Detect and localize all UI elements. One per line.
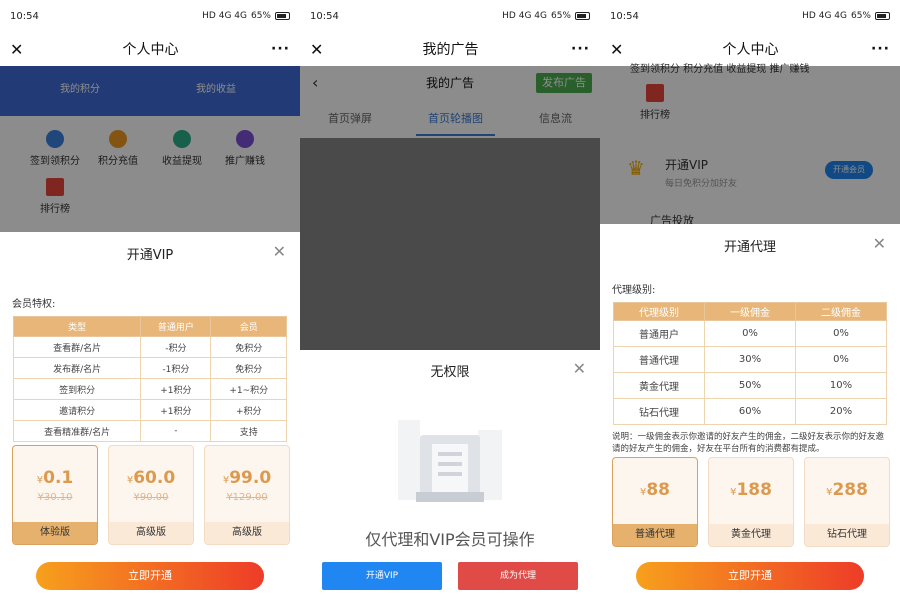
table-header: 代理级别 (613, 302, 705, 321)
commission-table: 代理级别 一级佣金 二级佣金 普通用户 0% 0% 普通代理 30% 0% 黄金代理 50… (613, 302, 887, 425)
plan-name: 高级版 (109, 522, 193, 544)
battery-icon (875, 12, 890, 20)
battery-text: 65% (550, 11, 571, 21)
table-row: 钻石代理 60% 20% (613, 398, 887, 425)
agent-level-label: 代理级别: (612, 285, 656, 296)
plan-name: 高级版 (205, 522, 289, 544)
status-bar: 10:54 HD 4G 4G 65% (600, 0, 900, 32)
plan-name: 普通代理 (613, 524, 697, 546)
sheet-title: 无权限 (430, 365, 470, 380)
table-header: 普通用户 (140, 316, 212, 337)
plan-price: 88 (646, 480, 671, 500)
plan-old-price: ¥30.10 (37, 492, 73, 503)
phone-screen-agent: 10:54 HD 4G 4G 65% ✕ 个人中心 ··· 签到领积分 积分充值… (600, 0, 900, 600)
table-row: 邀请积分 +1积分 +积分 (12, 399, 287, 421)
plan-price: 99.0 (229, 468, 272, 488)
plan-price: 0.1 (43, 468, 74, 488)
page-title: 个人中心 (122, 42, 179, 58)
overlay-dim (300, 66, 600, 350)
vip-sheet: 开通VIP ✕ 会员特权: 类型 普通用户 会员 查看群/名片 -积分 免积分 发布… (0, 232, 300, 600)
table-row: 发布群/名片 -1积分 免积分 (12, 357, 287, 379)
close-icon[interactable]: ✕ (610, 40, 630, 59)
plan-price: 188 (736, 480, 772, 500)
commission-note: 说明：一级佣金表示你邀请的好友产生的佣金，二级好友表示你的好友邀请的好友产生的佣… (612, 432, 885, 454)
network-indicator: HD 4G 4G (802, 11, 847, 21)
agent-plan-options: ¥88 普通代理 ¥188 黄金代理 ¥288 钻石代理 (612, 457, 890, 547)
status-time: 10:54 (610, 10, 639, 22)
plan-old-price: ¥129.00 (226, 492, 268, 503)
open-now-button[interactable]: 立即开通 (36, 562, 264, 590)
sheet-title: 开通代理 (723, 240, 776, 255)
table-row: 普通用户 0% 0% (613, 320, 887, 347)
plan-gold-agent[interactable]: ¥188 黄金代理 (708, 457, 794, 547)
plan-premium[interactable]: ¥99.0 ¥129.00 高级版 (204, 445, 290, 545)
network-indicator: HD 4G 4G (202, 11, 247, 21)
page-title: 我的广告 (422, 42, 479, 58)
phone-screen-ads: 10:54 HD 4G 4G 65% ✕ 我的广告 ··· ‹ 我的广告 发布广… (300, 0, 600, 600)
become-agent-button[interactable]: 成为代理 (458, 562, 578, 590)
plan-name: 黄金代理 (709, 524, 793, 546)
close-icon[interactable]: ✕ (573, 359, 586, 378)
overlay-dim (600, 66, 900, 224)
plan-price: 288 (832, 480, 868, 500)
table-row: 黄金代理 50% 10% (613, 372, 887, 399)
table-row: 普通代理 30% 0% (613, 346, 887, 373)
plan-trial[interactable]: ¥0.1 ¥30.10 体验版 (12, 445, 98, 545)
permission-message: 仅代理和VIP会员可操作 (365, 530, 535, 549)
open-now-button[interactable]: 立即开通 (636, 562, 864, 590)
plan-diamond-agent[interactable]: ¥288 钻石代理 (804, 457, 890, 547)
table-row: 查看精准群/名片 - 支持 (12, 420, 287, 442)
plan-name: 体验版 (13, 522, 97, 544)
title-bar: ✕ 我的广告 ··· (300, 32, 600, 66)
table-row: 查看群/名片 -积分 免积分 (12, 336, 287, 358)
network-indicator: HD 4G 4G (502, 11, 547, 21)
table-header: 二级佣金 (795, 302, 887, 321)
status-time: 10:54 (10, 10, 39, 22)
close-icon[interactable]: ✕ (273, 242, 286, 261)
more-icon[interactable]: ··· (271, 41, 290, 57)
more-icon[interactable]: ··· (571, 41, 590, 57)
battery-text: 65% (250, 11, 271, 21)
table-header: 一级佣金 (704, 302, 796, 321)
plan-basic-agent[interactable]: ¥88 普通代理 (612, 457, 698, 547)
sheet-title: 开通VIP (126, 248, 174, 263)
battery-icon (275, 12, 290, 20)
page-title: 个人中心 (722, 42, 779, 58)
status-bar: 10:54 HD 4G 4G 65% (0, 0, 300, 32)
table-row: 签到积分 +1积分 +1~积分 (12, 378, 287, 400)
overlay-dim (0, 66, 300, 232)
no-permission-sheet: 无权限 ✕ 仅代理和VIP会员可操作 开通VIP 成为代理 (300, 350, 600, 600)
plan-name: 钻石代理 (805, 524, 889, 546)
phone-screen-vip: 10:54 HD 4G 4G 65% ✕ 个人中心 ··· 我的积分 我的收益 … (0, 0, 300, 600)
close-icon[interactable]: ✕ (310, 40, 330, 59)
empty-document-icon (398, 420, 502, 502)
status-time: 10:54 (310, 10, 339, 22)
more-icon[interactable]: ··· (871, 41, 890, 57)
plan-price: 60.0 (133, 468, 176, 488)
battery-icon (575, 12, 590, 20)
status-bar: 10:54 HD 4G 4G 65% (300, 0, 600, 32)
title-bar: ✕ 个人中心 ··· (0, 32, 300, 66)
plan-old-price: ¥90.00 (133, 492, 169, 503)
plan-advanced[interactable]: ¥60.0 ¥90.00 高级版 (108, 445, 194, 545)
battery-text: 65% (850, 11, 871, 21)
privileges-label: 会员特权: (12, 299, 56, 310)
open-vip-button[interactable]: 开通VIP (322, 562, 442, 590)
table-header: 类型 (12, 316, 142, 337)
table-header: 会员 (210, 316, 287, 337)
plan-options: ¥0.1 ¥30.10 体验版 ¥60.0 ¥90.00 高级版 ¥99.0 ¥… (12, 445, 290, 545)
close-icon[interactable]: ✕ (873, 234, 886, 253)
privileges-table: 类型 普通用户 会员 查看群/名片 -积分 免积分 发布群/名片 -1积分 免积分 签到… (12, 316, 287, 442)
close-icon[interactable]: ✕ (10, 40, 30, 59)
agent-sheet: 开通代理 ✕ 代理级别: 代理级别 一级佣金 二级佣金 普通用户 0% 0% 普通代… (600, 224, 900, 600)
